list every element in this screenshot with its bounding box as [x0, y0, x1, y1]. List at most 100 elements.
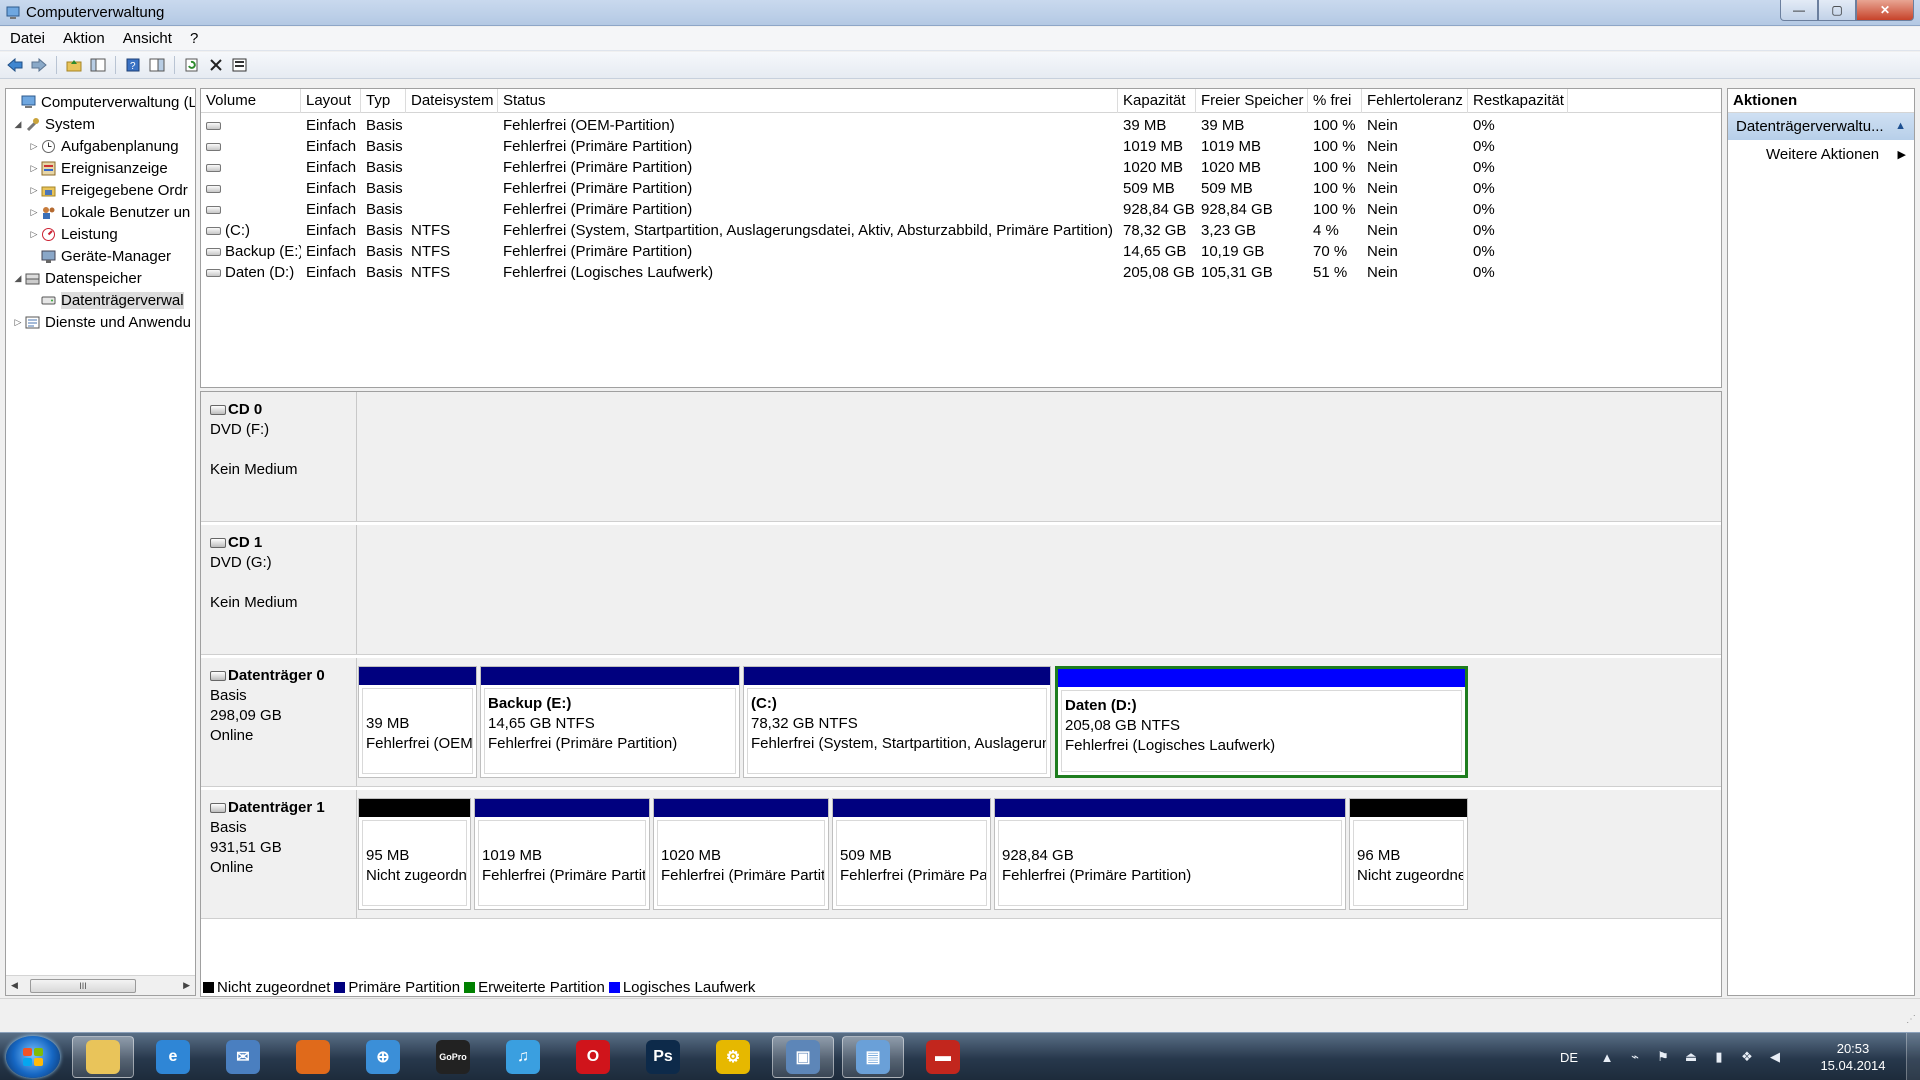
expand-arrow-icon[interactable]: ▷ — [28, 185, 40, 196]
more-actions-item[interactable]: Weitere Aktionen ▶ — [1728, 140, 1914, 170]
volume-icon[interactable]: ◀ — [1764, 1049, 1786, 1065]
show-desktop-button[interactable] — [1906, 1033, 1920, 1080]
show-hide-tree-icon[interactable] — [89, 56, 107, 74]
tree-item[interactable]: ▷ Dienste und Anwendu — [12, 311, 191, 333]
volume-row[interactable]: Daten (D:) Einfach Basis NTFS Fehlerfrei (Lo… — [201, 262, 1568, 283]
signal-strength-icon[interactable]: ▮ — [1708, 1049, 1730, 1065]
resize-grip-icon[interactable]: ⋰ — [1906, 1014, 1916, 1025]
column-header[interactable]: Typ — [361, 89, 406, 113]
volume-row[interactable]: Einfach Basis Fehlerfrei (Primäre Partitio… — [201, 178, 1568, 199]
column-header[interactable]: Freier Speicher — [1196, 89, 1308, 113]
partition-block[interactable]: (C:) 78,32 GB NTFS Fehlerfrei (System, Sta… — [743, 666, 1051, 778]
taskbar-app-internet-explorer[interactable]: e — [142, 1036, 204, 1078]
expand-arrow-icon[interactable]: ▷ — [28, 229, 40, 240]
dropbox-icon[interactable]: ❖ — [1736, 1049, 1758, 1065]
partition-block[interactable]: 1020 MB Fehlerfrei (Primäre Partition) — [653, 798, 829, 910]
taskbar-app-gopro[interactable]: GoPro — [422, 1036, 484, 1078]
clock[interactable]: 20:53 15.04.2014 — [1808, 1040, 1898, 1074]
scrollbar-thumb[interactable]: III — [30, 979, 136, 993]
taskbar-app-toolbox[interactable]: ▬ — [912, 1036, 974, 1078]
collapse-arrow-icon[interactable]: ◢ — [12, 273, 24, 284]
partition-block[interactable]: 928,84 GB Fehlerfrei (Primäre Partition) — [994, 798, 1346, 910]
volume-row[interactable]: Einfach Basis Fehlerfrei (Primäre Partitio… — [201, 157, 1568, 178]
taskbar-app-tools[interactable]: ⚙ — [702, 1036, 764, 1078]
column-header[interactable]: Kapazität — [1118, 89, 1196, 113]
disk-label[interactable]: CD 0 DVD (F:) Kein Medium — [201, 392, 357, 521]
column-header[interactable]: Fehlertoleranz — [1362, 89, 1468, 113]
language-indicator[interactable]: DE — [1560, 1050, 1578, 1065]
tree-item[interactable]: ◢ System — [12, 113, 95, 135]
volume-row[interactable]: (C:) Einfach Basis NTFS Fehlerfrei (System, … — [201, 220, 1568, 241]
partition-block[interactable]: 96 MB Nicht zugeordnet — [1349, 798, 1468, 910]
network-tray-icon[interactable]: ⌁ — [1624, 1049, 1646, 1065]
tree-item[interactable]: ▷ Aufgabenplanung — [28, 135, 179, 157]
forward-icon[interactable] — [30, 56, 48, 74]
disk-label[interactable]: Datenträger 0 Basis 298,09 GB Online — [201, 658, 357, 786]
tree-item[interactable]: ▷ Freigegebene Ordr — [28, 179, 188, 201]
maximize-button[interactable]: ▢ — [1818, 0, 1856, 21]
taskbar-app-firefox[interactable] — [282, 1036, 344, 1078]
taskbar-app-computer-management[interactable]: ▤ — [842, 1036, 904, 1078]
tree-item[interactable]: ▷ Ereignisanzeige — [28, 157, 168, 179]
close-button[interactable]: ✕ — [1856, 0, 1914, 21]
tree-item[interactable]: ▷ Lokale Benutzer un — [28, 201, 191, 223]
show-hidden-icons-icon[interactable]: ▲ — [1596, 1050, 1618, 1065]
properties-icon[interactable] — [148, 56, 166, 74]
partition-block[interactable]: 1019 MB Fehlerfrei (Primäre Partition) — [474, 798, 650, 910]
taskbar-app-itunes[interactable]: ♫ — [492, 1036, 554, 1078]
scroll-left-icon[interactable]: ◀ — [11, 980, 18, 991]
tree-item[interactable]: Geräte-Manager — [28, 245, 171, 267]
collapse-up-icon[interactable]: ▲ — [1895, 113, 1906, 140]
menu-datei[interactable]: Datei — [10, 30, 45, 47]
volume-row[interactable]: Backup (E:) Einfach Basis NTFS Fehlerfrei (P… — [201, 241, 1568, 262]
column-header[interactable]: Status — [498, 89, 1118, 113]
column-header[interactable]: Volume — [201, 89, 301, 113]
column-header[interactable]: % frei — [1308, 89, 1362, 113]
menu-help[interactable]: ? — [190, 30, 198, 47]
menu-ansicht[interactable]: Ansicht — [123, 30, 172, 47]
partition-block[interactable]: 39 MB Fehlerfrei (OEM- — [358, 666, 477, 778]
action-center-flag-icon[interactable]: ⚑ — [1652, 1049, 1674, 1065]
up-folder-icon[interactable] — [65, 56, 83, 74]
scroll-right-icon[interactable]: ▶ — [183, 980, 190, 991]
volume-row[interactable]: Einfach Basis Fehlerfrei (Primäre Partitio… — [201, 199, 1568, 220]
taskbar-app-photoshop[interactable]: Ps — [632, 1036, 694, 1078]
help-icon[interactable]: ? — [124, 56, 142, 74]
back-icon[interactable] — [6, 56, 24, 74]
safely-remove-icon[interactable]: ⏏ — [1680, 1049, 1702, 1065]
delete-icon[interactable] — [207, 56, 225, 74]
menu-aktion[interactable]: Aktion — [63, 30, 105, 47]
taskbar-app-opera[interactable]: O — [562, 1036, 624, 1078]
export-list-icon[interactable] — [231, 56, 249, 74]
partition-block[interactable]: 95 MB Nicht zugeordnet — [358, 798, 471, 910]
volume-disk-icon — [206, 122, 221, 131]
minimize-button[interactable]: — — [1780, 0, 1818, 21]
disk-label[interactable]: CD 1 DVD (G:) Kein Medium — [201, 525, 357, 654]
actions-section-disk-management[interactable]: Datenträgerverwaltu... ▲ — [1728, 113, 1914, 140]
tree-item[interactable]: Datenträgerverwal — [28, 289, 184, 311]
column-header[interactable]: Dateisystem — [406, 89, 498, 113]
column-header[interactable]: Restkapazität — [1468, 89, 1568, 113]
partition-block[interactable]: Backup (E:) 14,65 GB NTFS Fehlerfrei (Prim… — [480, 666, 740, 778]
taskbar-app-safari[interactable]: ⊕ — [352, 1036, 414, 1078]
partition-block[interactable]: Daten (D:) 205,08 GB NTFS Fehlerfrei (Logi… — [1055, 666, 1468, 778]
expand-arrow-icon[interactable]: ▷ — [12, 317, 24, 328]
partition-block[interactable]: 509 MB Fehlerfrei (Primäre Partition — [832, 798, 991, 910]
disk-label[interactable]: Datenträger 1 Basis 931,51 GB Online — [201, 790, 357, 918]
volume-row[interactable]: Einfach Basis Fehlerfrei (OEM-Partition) 39… — [201, 115, 1568, 136]
expand-arrow-icon[interactable]: ▷ — [28, 141, 40, 152]
taskbar-app-thunderbird[interactable]: ✉ — [212, 1036, 274, 1078]
tree-item[interactable]: ▷ Leistung — [28, 223, 118, 245]
taskbar-app-explorer[interactable] — [72, 1036, 134, 1078]
taskbar-app-network[interactable]: ▣ — [772, 1036, 834, 1078]
tree-item[interactable]: ◢ Datenspeicher — [12, 267, 142, 289]
expand-arrow-icon[interactable]: ▷ — [28, 163, 40, 174]
column-header[interactable]: Layout — [301, 89, 361, 113]
tree-horizontal-scrollbar[interactable]: ◀ III ▶ — [6, 975, 195, 995]
tree-item[interactable]: Computerverwaltung (Lc — [8, 91, 195, 113]
refresh-icon[interactable] — [183, 56, 201, 74]
volume-row[interactable]: Einfach Basis Fehlerfrei (Primäre Partitio… — [201, 136, 1568, 157]
start-button[interactable] — [6, 1036, 60, 1078]
collapse-arrow-icon[interactable]: ◢ — [12, 119, 24, 130]
expand-arrow-icon[interactable]: ▷ — [28, 207, 40, 218]
